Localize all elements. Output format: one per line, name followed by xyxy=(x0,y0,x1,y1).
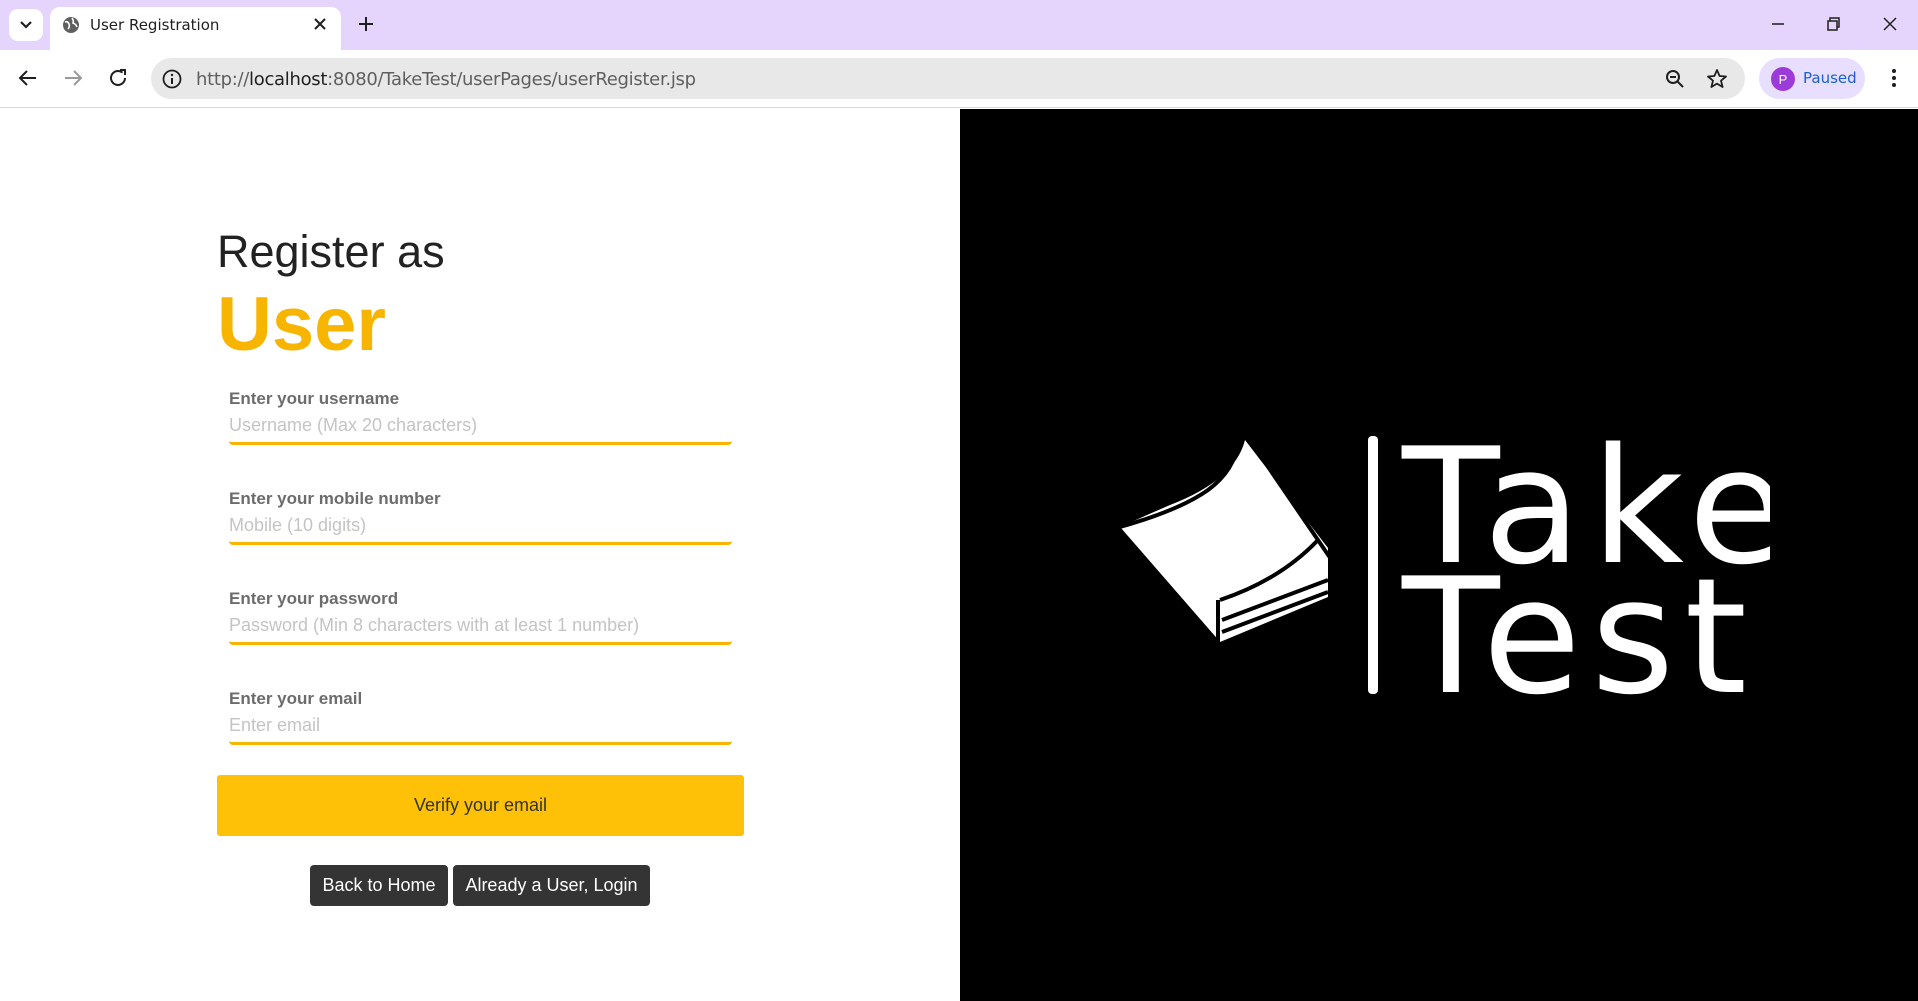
email-field: Enter your email xyxy=(229,689,732,745)
bookmark-star-icon[interactable] xyxy=(1705,67,1729,91)
globe-icon xyxy=(63,17,79,33)
email-label: Enter your email xyxy=(229,689,363,708)
minimize-icon[interactable] xyxy=(1766,12,1790,36)
forward-arrow-icon[interactable] xyxy=(61,66,85,90)
username-label: Enter your username xyxy=(229,389,400,408)
email-input[interactable] xyxy=(229,713,729,737)
tab-search-button[interactable] xyxy=(9,9,43,41)
password-input[interactable] xyxy=(229,613,729,637)
logo-word-test: Test xyxy=(1401,543,1757,700)
restore-icon[interactable] xyxy=(1821,12,1845,36)
mobile-label: Enter your mobile number xyxy=(229,489,441,508)
back-arrow-icon[interactable] xyxy=(16,66,40,90)
avatar: P xyxy=(1771,67,1795,91)
profile-status: Paused xyxy=(1803,69,1857,87)
logo-divider xyxy=(1368,436,1378,694)
taketest-logo: Take Test xyxy=(1118,430,1770,700)
password-field: Enter your password xyxy=(229,589,732,645)
new-tab-icon[interactable] xyxy=(354,12,378,36)
tab-title: User Registration xyxy=(90,16,220,34)
url-path: :8080/TakeTest/userPages/userRegister.js… xyxy=(327,69,696,90)
login-button[interactable]: Already a User, Login xyxy=(453,865,650,906)
chevron-down-icon xyxy=(20,21,32,29)
heading-register-as: Register as xyxy=(217,226,445,277)
reload-icon[interactable] xyxy=(106,66,130,90)
mobile-input[interactable] xyxy=(229,513,729,537)
url-host: localhost xyxy=(249,69,328,90)
username-field: Enter your username xyxy=(229,389,732,445)
book-icon xyxy=(1118,440,1337,647)
mobile-field: Enter your mobile number xyxy=(229,489,732,545)
url-text[interactable]: http://localhost:8080/TakeTest/userPages… xyxy=(196,69,696,90)
url-scheme: http:// xyxy=(196,69,250,90)
more-menu-icon[interactable] xyxy=(1882,66,1906,90)
username-input[interactable] xyxy=(229,413,729,437)
zoom-icon[interactable] xyxy=(1663,67,1687,91)
close-window-icon[interactable] xyxy=(1878,12,1902,36)
heading-user: User xyxy=(217,282,386,367)
back-to-home-button[interactable]: Back to Home xyxy=(310,865,448,906)
site-info-icon[interactable] xyxy=(161,68,183,90)
verify-email-button[interactable]: Verify your email xyxy=(217,775,744,836)
password-label: Enter your password xyxy=(229,589,399,608)
close-tab-icon[interactable] xyxy=(310,14,330,34)
